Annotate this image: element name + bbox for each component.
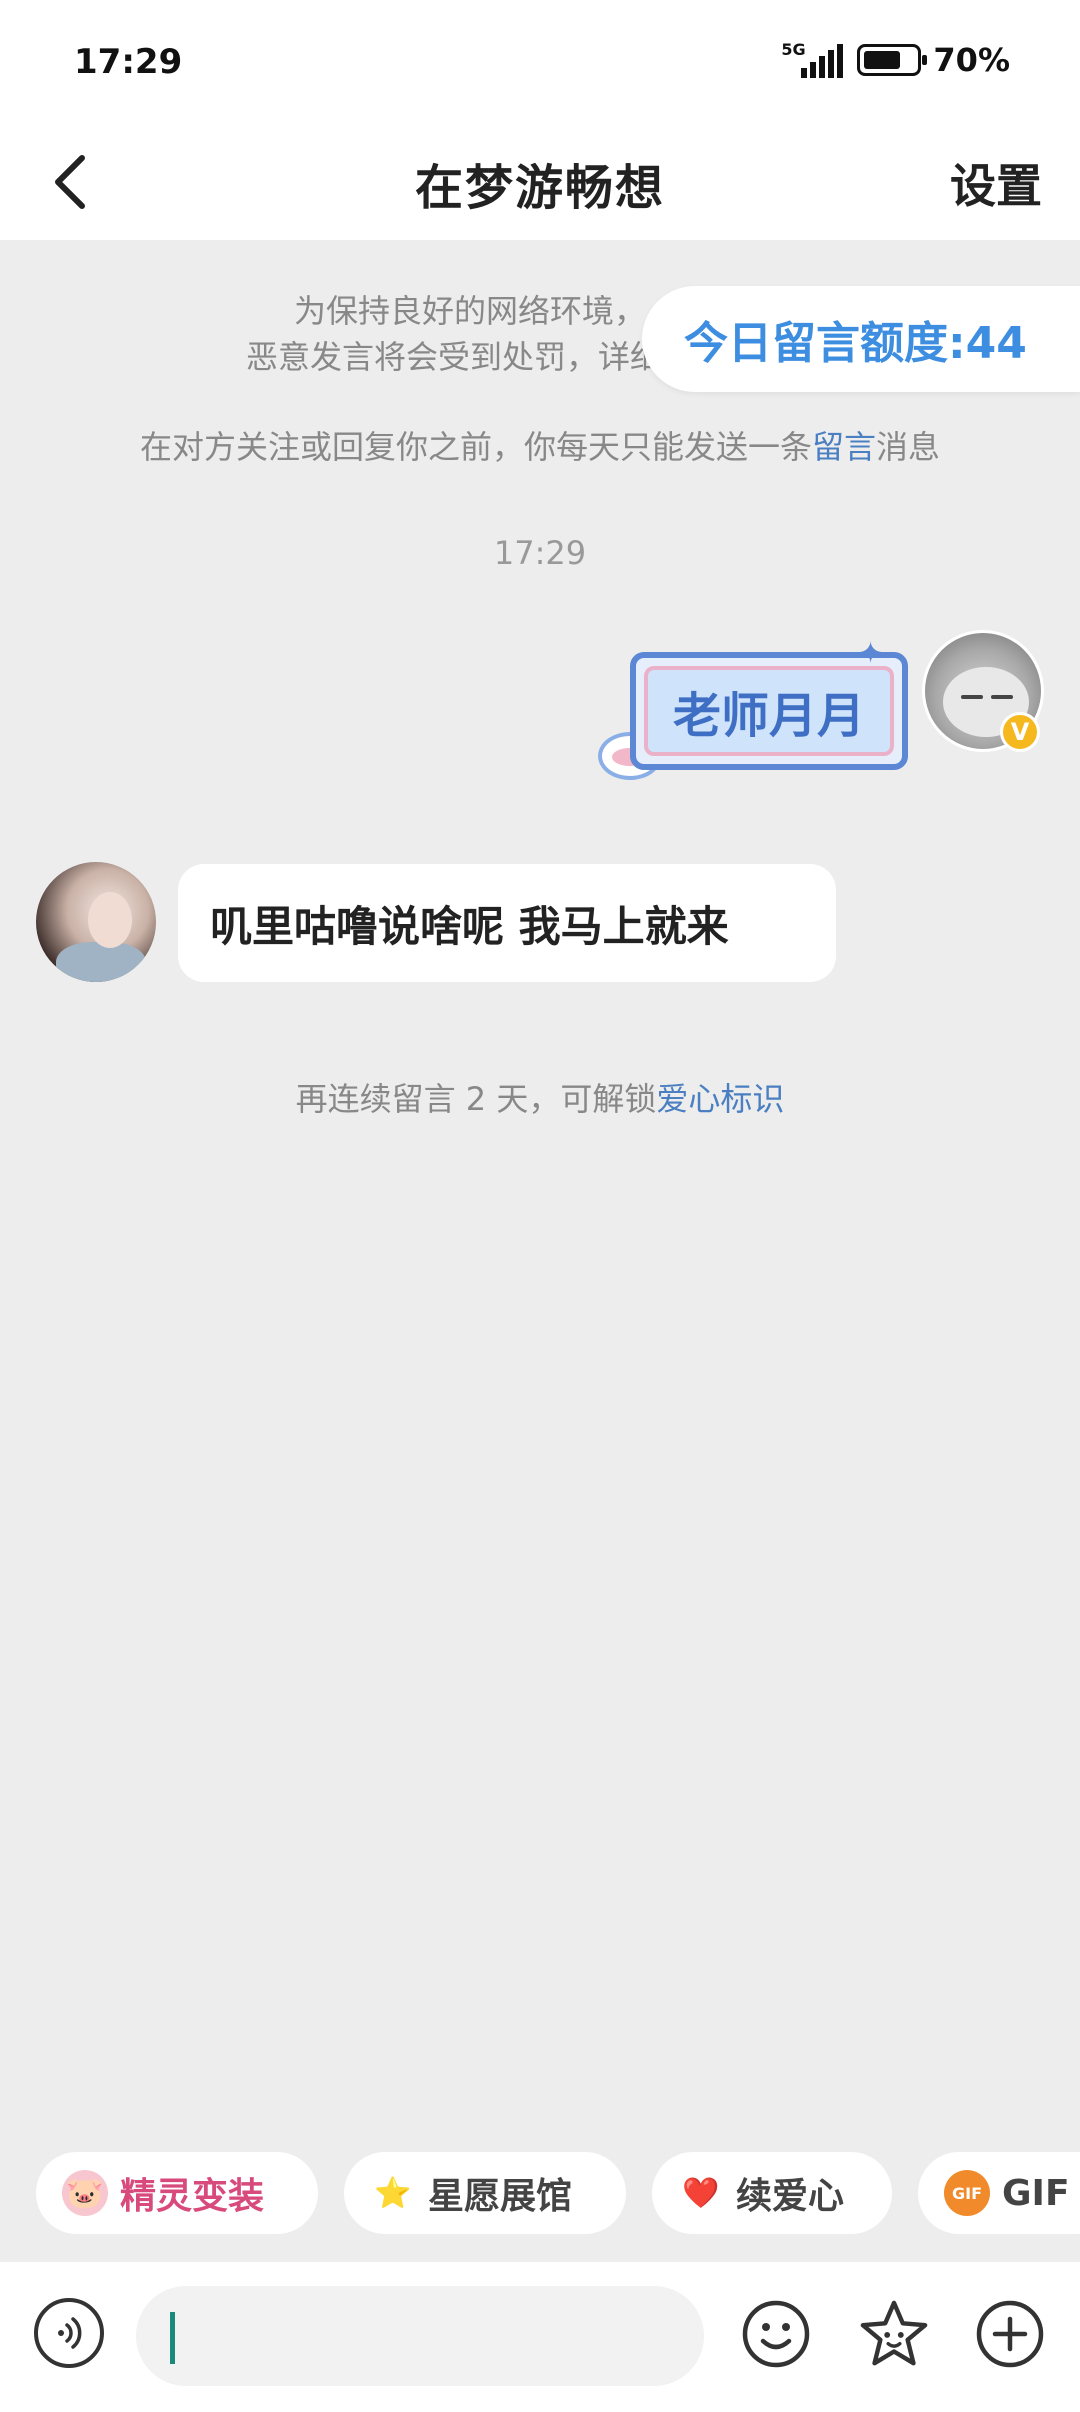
chip-renew-heart[interactable]: ❤️ 续爱心 xyxy=(652,2152,892,2234)
status-bar: 17:29 5G 70% xyxy=(0,0,1080,120)
heart-icon: ❤️ xyxy=(682,2175,720,2211)
message-input[interactable] xyxy=(136,2286,704,2386)
plus-icon xyxy=(976,2300,1044,2368)
daily-quota-badge: 今日留言额度:44 xyxy=(642,286,1080,392)
signal-icon: 5G xyxy=(781,40,845,80)
status-indicators: 5G 70% xyxy=(781,40,1010,80)
chip-label: 精灵变装 xyxy=(120,2176,265,2217)
contact-avatar[interactable] xyxy=(36,862,156,982)
message-timestamp: 17:29 xyxy=(493,534,587,572)
chip-sprite-dressup[interactable]: 🐷 精灵变装 xyxy=(36,2152,318,2234)
nav-bar: 在梦游畅想 设置 xyxy=(0,120,1080,240)
status-time: 17:29 xyxy=(74,42,183,82)
quick-actions: 🐷 精灵变装 ⭐ 星愿展馆 ❤️ 续爱心 GIF GIF xyxy=(36,2152,1080,2234)
star-icon: ⭐ xyxy=(374,2175,412,2211)
limit-notice-highlight[interactable]: 留言 xyxy=(812,428,876,466)
voice-icon xyxy=(58,2317,82,2349)
settings-button[interactable]: 设置 xyxy=(950,150,1042,216)
limit-notice: 在对方关注或回复你之前，你每天只能发送一条留言消息 xyxy=(0,424,1080,470)
limit-notice-suffix: 消息 xyxy=(876,428,941,466)
emoji-button[interactable] xyxy=(740,2298,812,2370)
gif-icon: GIF xyxy=(944,2170,990,2216)
chip-label: 星愿展馆 xyxy=(428,2176,573,2217)
unlock-notice: 再连续留言 2 天，可解锁爱心标识 xyxy=(0,1074,1080,1120)
chip-label: 续爱心 xyxy=(736,2176,845,2217)
contact-message-bubble[interactable]: 叽里咕噜说啥呢 我马上就来 xyxy=(178,864,836,982)
sticker-button[interactable] xyxy=(858,2298,930,2370)
contact-message-text: 叽里咕噜说啥呢 我马上就来 xyxy=(210,901,729,951)
sticker-icon xyxy=(860,2300,928,2366)
unlock-notice-highlight[interactable]: 爱心标识 xyxy=(656,1080,784,1118)
battery-icon xyxy=(857,44,928,76)
battery-percentage: 70% xyxy=(933,41,1010,79)
text-cursor xyxy=(170,2312,175,2364)
more-button[interactable] xyxy=(974,2298,1046,2370)
voice-button[interactable] xyxy=(34,2298,104,2368)
message-composer xyxy=(0,2262,1080,2412)
emoji-icon xyxy=(742,2300,810,2368)
page-title: 在梦游畅想 xyxy=(414,160,665,216)
chip-wish-gallery[interactable]: ⭐ 星愿展馆 xyxy=(344,2152,626,2234)
chip-gif[interactable]: GIF GIF xyxy=(918,2152,1080,2234)
unlock-notice-text: 再连续留言 2 天，可解锁 xyxy=(295,1080,657,1118)
sparkle-icon: ✦ xyxy=(858,636,884,671)
limit-notice-text: 在对方关注或回复你之前，你每天只能发送一条 xyxy=(139,428,812,466)
my-message-text: 老师月月 xyxy=(644,666,894,756)
vip-badge-icon: V xyxy=(1000,712,1040,752)
chip-label: GIF xyxy=(1002,2172,1070,2214)
pig-icon: 🐷 xyxy=(62,2170,108,2216)
